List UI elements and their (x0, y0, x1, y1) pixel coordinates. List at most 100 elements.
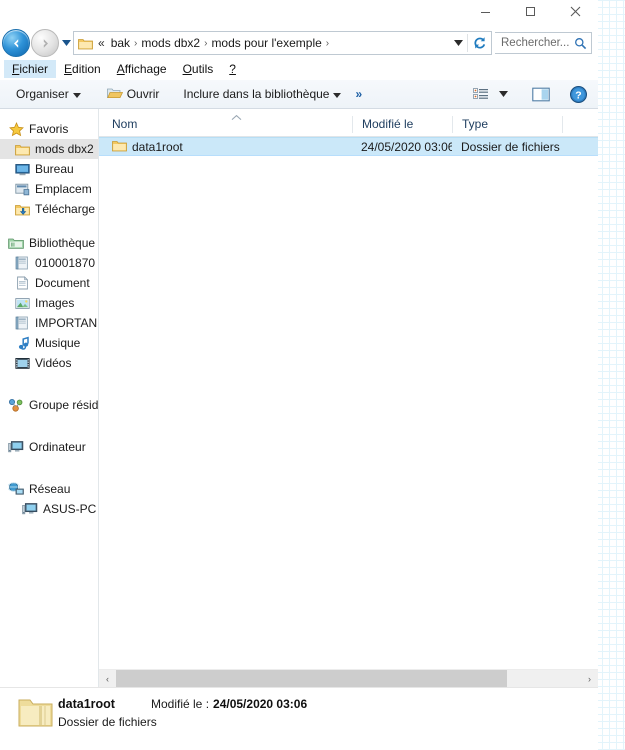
scroll-left-button[interactable]: ‹ (99, 670, 116, 687)
sidebar-item-videos[interactable]: Vidéos (0, 353, 98, 373)
forward-button[interactable] (31, 29, 59, 57)
sidebar-label: Vidéos (35, 356, 72, 370)
back-button[interactable] (2, 29, 30, 57)
breadcrumb-item-2[interactable]: mods pour l'exemple (208, 35, 324, 51)
sidebar-label: Bureau (35, 162, 74, 176)
toolbar-overflow-button[interactable]: » (347, 85, 370, 103)
sidebar-item-images[interactable]: Images (0, 293, 98, 313)
column-header-nom[interactable]: Nom (99, 116, 352, 133)
file-type-cell: Dossier de fichiers (461, 139, 560, 154)
folder-large-icon (14, 695, 58, 728)
sidebar-label: Favoris (29, 122, 69, 136)
folder-icon (112, 139, 127, 155)
view-layout-button[interactable] (468, 85, 494, 103)
view-layout-dropdown[interactable] (494, 89, 513, 99)
file-name-cell[interactable]: data1root (99, 139, 352, 155)
breadcrumb-overflow[interactable]: « (95, 36, 108, 50)
sidebar-item-important[interactable]: IMPORTAN (0, 313, 98, 333)
toolbar: Organiser Ouvrir Inclure dans la bibliot… (0, 80, 598, 109)
search-icon (574, 37, 587, 50)
sidebar-item-groupe-residentiel[interactable]: Groupe résid (0, 395, 98, 415)
menu-item-fichier[interactable]: Fichier (4, 60, 57, 78)
refresh-icon[interactable] (469, 36, 489, 50)
sidebar-label: Ordinateur (29, 440, 86, 454)
minimize-icon[interactable] (463, 0, 508, 22)
sidebar-item-favoris[interactable]: Favoris (0, 119, 98, 139)
file-date-cell: 24/05/2020 03:06 (361, 139, 452, 154)
column-header-modifie-le[interactable]: Modifié le (352, 116, 452, 133)
folder-icon (14, 141, 30, 157)
file-rows: data1root 24/05/2020 03:06 Dossier de fi… (99, 137, 598, 669)
open-button[interactable]: Ouvrir (101, 84, 166, 105)
sidebar-item-musique[interactable]: Musique (0, 333, 98, 353)
sidebar-item-010001870[interactable]: 010001870 (0, 253, 98, 273)
sort-indicator-bar (99, 109, 598, 121)
column-header-filler[interactable] (562, 116, 598, 133)
music-icon (14, 335, 30, 351)
sidebar-label: ASUS-PC (43, 502, 97, 516)
menu-item-affichage[interactable]: Affichage (109, 60, 175, 78)
column-header-type[interactable]: Type (452, 116, 562, 133)
preview-pane-button[interactable] (527, 85, 555, 104)
main-content: Favoris mods dbx2 Bureau Emplacem Téléch… (0, 109, 598, 687)
help-button[interactable]: ? (565, 84, 592, 105)
details-primary-line: data1root Modifié le : 24/05/2020 03:06 (58, 697, 598, 711)
breadcrumb-item-1[interactable]: mods dbx2 (138, 35, 203, 51)
organize-button[interactable]: Organiser (10, 85, 87, 103)
details-title: data1root (58, 697, 115, 711)
nav-group-bibliotheques: Bibliothèque 010001870 Document Images I… (0, 233, 98, 373)
sidebar-label: IMPORTAN (35, 316, 98, 330)
scrollbar-track[interactable] (116, 670, 581, 687)
details-info: data1root Modifié le : 24/05/2020 03:06 … (58, 695, 598, 729)
address-divider (467, 34, 468, 52)
sidebar-item-telechargements[interactable]: Télécharge (0, 199, 98, 219)
close-icon[interactable] (553, 0, 598, 22)
downloads-folder-icon (14, 201, 30, 217)
sidebar-item-emplacements-recents[interactable]: Emplacem (0, 179, 98, 199)
breadcrumb: « bak › mods dbx2 › mods pour l'exemple … (95, 35, 450, 51)
sidebar-item-bureau[interactable]: Bureau (0, 159, 98, 179)
menu-item-outils[interactable]: Outils (175, 60, 222, 78)
sidebar-item-bibliotheques[interactable]: Bibliothèque (0, 233, 98, 253)
svg-text:?: ? (575, 89, 581, 101)
menu-rest: ffichage (124, 62, 167, 76)
details-modified-label: Modifié le : (151, 697, 210, 711)
menu-accel: E (64, 62, 73, 76)
menu-item-edition[interactable]: Edition (56, 60, 109, 78)
address-row: « bak › mods dbx2 › mods pour l'exemple … (0, 28, 598, 58)
scroll-right-button[interactable]: › (581, 670, 598, 687)
scrollbar-thumb[interactable] (116, 670, 507, 687)
recent-pages-dropdown[interactable] (59, 40, 73, 46)
file-name-label: data1root (132, 139, 183, 154)
include-in-library-button[interactable]: Inclure dans la bibliothèque (177, 85, 347, 103)
sidebar-label: Groupe résid (29, 398, 98, 412)
sort-ascending-icon (231, 109, 242, 123)
breadcrumb-separator[interactable]: › (325, 38, 330, 49)
recent-places-icon (14, 181, 30, 197)
sidebar-item-reseau[interactable]: Réseau (0, 479, 98, 499)
maximize-icon[interactable] (508, 0, 553, 22)
sidebar-label: Document (35, 276, 90, 290)
library-generic-icon (14, 315, 30, 331)
nav-group-reseau: Réseau ASUS-PC (0, 479, 98, 519)
address-bar[interactable]: « bak › mods dbx2 › mods pour l'exemple … (73, 31, 492, 55)
sidebar-item-mods-dbx2[interactable]: mods dbx2 (0, 139, 98, 159)
search-input[interactable]: Rechercher... (495, 32, 592, 54)
title-bar (0, 0, 598, 28)
sidebar-item-documents[interactable]: Document (0, 273, 98, 293)
folder-icon (78, 37, 93, 50)
horizontal-scrollbar[interactable]: ‹ › (99, 669, 598, 687)
sidebar-item-ordinateur[interactable]: Ordinateur (0, 437, 98, 457)
table-row[interactable]: data1root 24/05/2020 03:06 Dossier de fi… (99, 137, 598, 156)
menu-item-help[interactable]: ? (221, 60, 244, 78)
chevron-down-icon[interactable] (450, 40, 466, 46)
sidebar-label: Musique (35, 336, 81, 350)
sidebar-label: Images (35, 296, 75, 310)
details-subtitle: Dossier de fichiers (58, 715, 157, 729)
sidebar-item-asus-pc[interactable]: ASUS-PC (0, 499, 98, 519)
breadcrumb-item-0[interactable]: bak (108, 35, 133, 51)
chevron-down-icon (333, 87, 342, 101)
sidebar-label: mods dbx2 (35, 142, 94, 156)
